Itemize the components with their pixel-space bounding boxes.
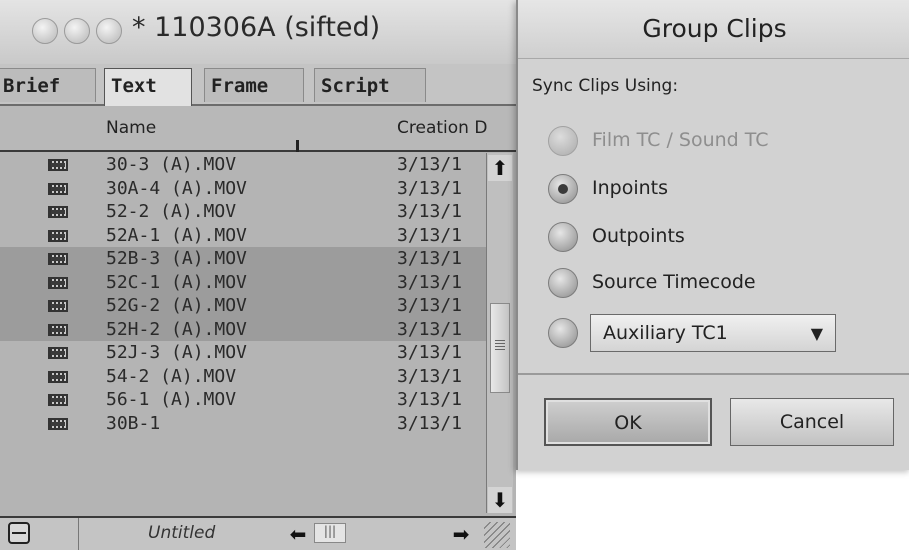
clip-creation-date: 3/13/1 (397, 154, 463, 175)
film-clip-icon (48, 159, 68, 171)
tab-brief[interactable]: Brief (0, 68, 96, 102)
footer-divider (78, 518, 79, 550)
film-clip-icon (48, 182, 68, 195)
option-label: Inpoints (592, 177, 668, 199)
clip-name: 52J-3 (A).MOV (106, 342, 247, 363)
cancel-button[interactable]: Cancel (730, 398, 894, 446)
column-header-name[interactable]: Name (106, 118, 156, 138)
radio-inpoints[interactable] (548, 174, 578, 204)
clip-name: 54-2 (A).MOV (106, 365, 237, 387)
column-header: Name Creation D (0, 106, 516, 152)
clip-name: 52H-2 (A).MOV (106, 318, 247, 340)
clip-creation-date: 3/13/1 (397, 177, 463, 199)
table-row[interactable]: 52A-1 (A).MOV 3/13/1 (0, 224, 486, 248)
film-clip-icon (48, 276, 68, 289)
clip-name: 30A-4 (A).MOV (106, 177, 247, 199)
bin-footer: Untitled ⬅ ||| ➡ (0, 516, 516, 550)
tab-frame[interactable]: Frame (204, 68, 304, 102)
window-close-button[interactable] (32, 18, 58, 44)
table-row[interactable]: 52-2 (A).MOV 3/13/1 (0, 200, 486, 224)
film-clip-icon (48, 347, 68, 359)
clip-creation-date: 3/13/1 (397, 365, 463, 387)
group-clips-dialog: Group Clips Sync Clips Using: Film TC / … (516, 0, 909, 470)
clip-name: 52-2 (A).MOV (106, 201, 237, 222)
clip-creation-date: 3/13/1 (397, 412, 463, 434)
film-clip-icon (48, 229, 68, 242)
clip-name: 52G-2 (A).MOV (106, 295, 247, 316)
arrow-down-icon[interactable]: ⬇ (488, 487, 512, 513)
table-row[interactable]: 52C-1 (A).MOV 3/13/1 (0, 270, 486, 294)
arrow-up-icon[interactable]: ⬆ (488, 155, 512, 181)
clip-name: 56-1 (A).MOV (106, 389, 237, 410)
clip-creation-date: 3/13/1 (397, 224, 463, 246)
dropdown-value: Auxiliary TC1 (603, 322, 728, 344)
column-divider[interactable] (296, 140, 299, 152)
table-row[interactable]: 30B-1 3/13/1 (0, 412, 486, 436)
film-clip-icon (48, 394, 68, 406)
window-minimize-button[interactable] (64, 18, 90, 44)
sync-section-label: Sync Clips Using: (532, 76, 679, 96)
clip-creation-date: 3/13/1 (397, 271, 463, 293)
clip-name: 52A-1 (A).MOV (106, 224, 247, 246)
option-label: Source Timecode (592, 271, 756, 293)
chevron-down-icon: ▼ (810, 324, 823, 343)
bin-window: * 110306A (sifted) Brief Text Frame Scri… (0, 0, 516, 550)
film-clip-icon (48, 417, 68, 430)
bin-title: * 110306A (sifted) (132, 12, 381, 43)
clip-creation-date: 3/13/1 (397, 389, 463, 410)
clip-name: 30-3 (A).MOV (106, 154, 237, 175)
table-row[interactable]: 52B-3 (A).MOV 3/13/1 (0, 247, 486, 271)
radio-outpoints[interactable] (548, 222, 578, 252)
column-header-creation-date[interactable]: Creation D (397, 118, 487, 138)
film-clip-icon (48, 206, 68, 218)
bin-menu-icon[interactable] (8, 522, 30, 544)
film-clip-icon (48, 323, 68, 336)
horizontal-scroll-thumb[interactable]: ||| (314, 523, 346, 543)
dialog-title: Group Clips (518, 0, 909, 59)
clip-list: 30-3 (A).MOV 3/13/1 30A-4 (A).MOV 3/13/1 52-… (0, 153, 486, 513)
scroll-thumb[interactable] (490, 303, 510, 393)
tab-text[interactable]: Text (104, 68, 192, 106)
clip-creation-date: 3/13/1 (397, 248, 463, 269)
table-row[interactable]: 56-1 (A).MOV 3/13/1 (0, 388, 486, 412)
option-label: Film TC / Sound TC (592, 129, 769, 151)
clip-creation-date: 3/13/1 (397, 342, 463, 363)
radio-auxiliary-tc[interactable] (548, 318, 578, 348)
bin-view-tabs: Brief Text Frame Script (0, 64, 516, 106)
film-clip-icon (48, 370, 68, 383)
radio-source-timecode[interactable] (548, 268, 578, 298)
clip-creation-date: 3/13/1 (397, 201, 463, 222)
ok-button[interactable]: OK (544, 398, 712, 446)
bin-titlebar[interactable]: * 110306A (sifted) (0, 0, 516, 65)
clip-name: 30B-1 (106, 412, 161, 434)
vertical-scrollbar[interactable]: ⬆ ⬇ (486, 153, 513, 513)
tab-script[interactable]: Script (314, 68, 426, 102)
arrow-right-icon[interactable]: ➡ (448, 522, 474, 546)
resize-grip-icon[interactable] (484, 522, 510, 548)
auxiliary-tc-dropdown[interactable]: Auxiliary TC1 ▼ (590, 314, 836, 352)
table-row[interactable]: 54-2 (A).MOV 3/13/1 (0, 365, 486, 389)
arrow-left-icon[interactable]: ⬅ (285, 522, 311, 546)
option-label: Outpoints (592, 225, 685, 247)
bin-view-name[interactable]: Untitled (148, 523, 215, 543)
film-clip-icon (48, 253, 68, 265)
table-row[interactable]: 30A-4 (A).MOV 3/13/1 (0, 177, 486, 201)
clip-name: 52C-1 (A).MOV (106, 271, 247, 293)
table-row[interactable]: 52G-2 (A).MOV 3/13/1 (0, 294, 486, 318)
film-clip-icon (48, 300, 68, 312)
dialog-divider (518, 373, 909, 375)
table-row[interactable]: 52H-2 (A).MOV 3/13/1 (0, 317, 486, 341)
radio-film-tc[interactable] (548, 126, 578, 156)
clip-creation-date: 3/13/1 (397, 295, 463, 316)
clip-name: 52B-3 (A).MOV (106, 248, 247, 269)
clip-creation-date: 3/13/1 (397, 318, 463, 340)
table-row[interactable]: 52J-3 (A).MOV 3/13/1 (0, 341, 486, 365)
table-row[interactable]: 30-3 (A).MOV 3/13/1 (0, 153, 486, 177)
window-zoom-button[interactable] (96, 18, 122, 44)
